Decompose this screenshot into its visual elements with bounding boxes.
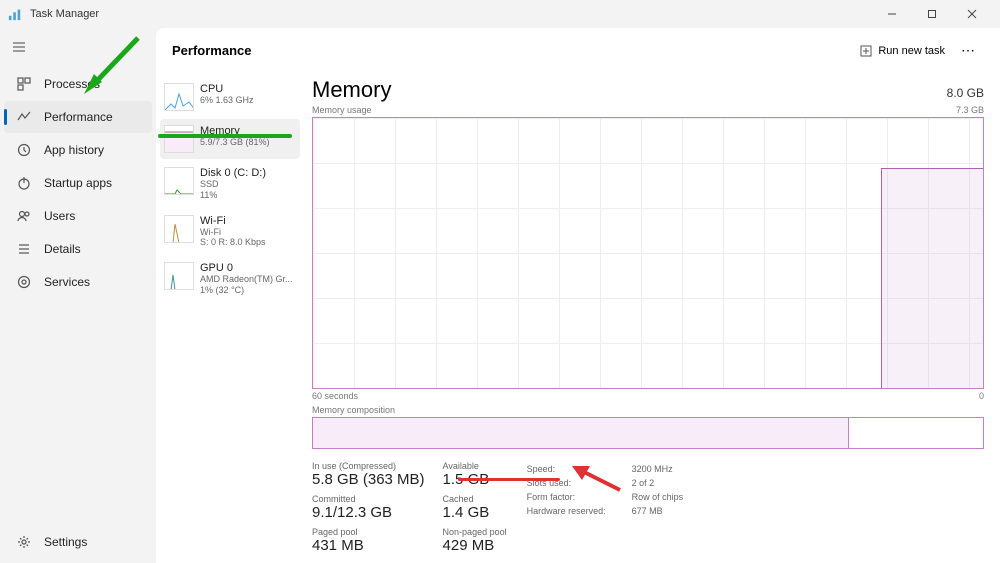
perf-sub: Wi-Fi [200, 227, 296, 238]
perf-item-memory[interactable]: Memory 5.9/7.3 GB (81%) [160, 119, 300, 159]
available-value: 1.5 GB [443, 471, 507, 488]
app-icon [8, 7, 22, 21]
stats-grid: In use (Compressed) 5.8 GB (363 MB) Comm… [312, 461, 984, 560]
perf-sub: AMD Radeon(TM) Gr... [200, 274, 296, 285]
perf-sub2: 11% [200, 190, 296, 201]
perf-name: Memory [200, 125, 296, 137]
gear-icon [16, 534, 32, 550]
close-button[interactable] [952, 0, 992, 28]
sidebar: Processes Performance App history Startu… [0, 28, 156, 563]
speed-val: 3200 MHz [632, 463, 684, 475]
performance-icon [16, 109, 32, 125]
services-icon [16, 274, 32, 290]
run-new-task-button[interactable]: Run new task [852, 41, 953, 61]
sidebar-item-processes[interactable]: Processes [4, 68, 152, 100]
page-title: Performance [172, 43, 852, 58]
perf-name: CPU [200, 83, 296, 95]
sidebar-item-startup-apps[interactable]: Startup apps [4, 167, 152, 199]
history-icon [16, 142, 32, 158]
hamburger-button[interactable] [0, 32, 156, 67]
sidebar-item-details[interactable]: Details [4, 233, 152, 265]
perf-sub2: S: 0 R: 8.0 Kbps [200, 237, 296, 248]
sidebar-item-label: Settings [44, 535, 87, 549]
run-task-label: Run new task [878, 45, 945, 57]
sidebar-item-performance[interactable]: Performance [4, 101, 152, 133]
form-val: Row of chips [632, 491, 684, 503]
minimize-button[interactable] [872, 0, 912, 28]
users-icon [16, 208, 32, 224]
sidebar-item-label: Performance [44, 110, 113, 124]
memory-usage-chart [312, 117, 984, 389]
sidebar-item-label: Processes [44, 77, 100, 91]
hw-key: Hardware reserved: [527, 505, 630, 517]
perf-item-disk[interactable]: Disk 0 (C: D:) SSD 11% [160, 161, 300, 207]
maximize-button[interactable] [912, 0, 952, 28]
speed-key: Speed: [527, 463, 630, 475]
nonpaged-label: Non-paged pool [443, 527, 507, 537]
composition-bar [312, 417, 984, 449]
processes-icon [16, 76, 32, 92]
perf-sub: 6% 1.63 GHz [200, 95, 296, 106]
wifi-thumb [164, 215, 194, 243]
slots-key: Slots used: [527, 477, 630, 489]
slots-val: 2 of 2 [632, 477, 684, 489]
perf-item-wifi[interactable]: Wi-Fi Wi-Fi S: 0 R: 8.0 Kbps [160, 209, 300, 255]
in-use-value: 5.8 GB (363 MB) [312, 471, 425, 488]
perf-sub: 5.9/7.3 GB (81%) [200, 137, 296, 148]
perf-sub2: 1% (32 °C) [200, 285, 296, 296]
committed-label: Committed [312, 494, 425, 504]
sidebar-item-users[interactable]: Users [4, 200, 152, 232]
composition-label: Memory composition [312, 405, 984, 415]
startup-icon [16, 175, 32, 191]
memory-thumb [164, 125, 194, 153]
memory-capacity: 8.0 GB [947, 86, 984, 100]
perf-sub: SSD [200, 179, 296, 190]
main-panel: Performance Run new task ⋯ CPU 6% 1.63 G… [156, 28, 1000, 563]
details-icon [16, 241, 32, 257]
form-key: Form factor: [527, 491, 630, 503]
committed-value: 9.1/12.3 GB [312, 504, 425, 521]
cached-value: 1.4 GB [443, 504, 507, 521]
nonpaged-value: 429 MB [443, 537, 507, 554]
sidebar-item-label: Details [44, 242, 81, 256]
x-right: 0 [979, 391, 984, 401]
detail-panel: Memory 8.0 GB Memory usage 7.3 GB 60 sec… [304, 73, 1000, 563]
perf-name: GPU 0 [200, 262, 296, 274]
gpu-thumb [164, 262, 194, 290]
paged-label: Paged pool [312, 527, 425, 537]
sidebar-item-label: Users [44, 209, 75, 223]
disk-thumb [164, 167, 194, 195]
detail-title: Memory [312, 77, 391, 103]
perf-name: Wi-Fi [200, 215, 296, 227]
sidebar-item-label: Services [44, 275, 90, 289]
more-button[interactable]: ⋯ [953, 38, 984, 63]
sidebar-item-label: App history [44, 143, 104, 157]
run-task-icon [860, 45, 872, 57]
usage-label: Memory usage [312, 105, 372, 115]
perf-item-cpu[interactable]: CPU 6% 1.63 GHz [160, 77, 300, 117]
sidebar-item-label: Startup apps [44, 176, 112, 190]
performance-list: CPU 6% 1.63 GHz Memory 5.9/7.3 GB (81%) … [156, 73, 304, 563]
window-title: Task Manager [30, 8, 872, 20]
perf-name: Disk 0 (C: D:) [200, 167, 296, 179]
in-use-label: In use (Compressed) [312, 461, 425, 471]
sidebar-item-settings[interactable]: Settings [4, 526, 152, 558]
hw-val: 677 MB [632, 505, 684, 517]
sidebar-item-services[interactable]: Services [4, 266, 152, 298]
memory-info-table: Speed:3200 MHz Slots used:2 of 2 Form fa… [525, 461, 686, 519]
paged-value: 431 MB [312, 537, 425, 554]
cached-label: Cached [443, 494, 507, 504]
available-label: Available [443, 461, 507, 471]
title-bar: Task Manager [0, 0, 1000, 28]
usage-max: 7.3 GB [956, 105, 984, 115]
x-left: 60 seconds [312, 391, 358, 401]
cpu-thumb [164, 83, 194, 111]
perf-item-gpu[interactable]: GPU 0 AMD Radeon(TM) Gr... 1% (32 °C) [160, 256, 300, 302]
sidebar-item-app-history[interactable]: App history [4, 134, 152, 166]
